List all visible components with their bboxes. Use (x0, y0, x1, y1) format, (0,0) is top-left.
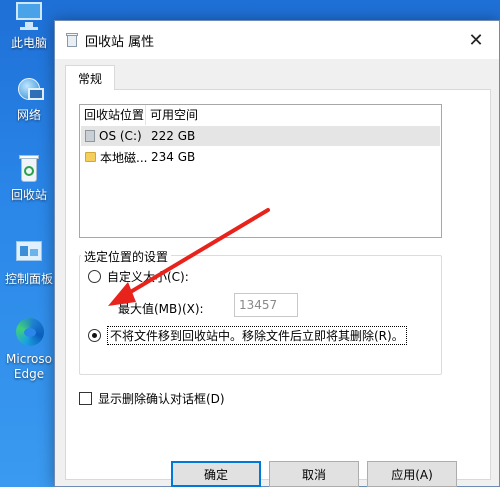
no-recycle-option[interactable]: 不将文件移到回收站中。移除文件后立即将其删除(R)。 (88, 326, 407, 345)
recycle-bin-location-list[interactable]: 回收站位置 可用空间 OS (C:) 222 GB 本地磁... 234 GB (79, 104, 442, 238)
cancel-button[interactable]: 取消 (269, 461, 359, 487)
this-pc-icon (12, 0, 46, 34)
location-name: OS (C:) (99, 129, 142, 143)
general-tab-page: 回收站位置 可用空间 OS (C:) 222 GB 本地磁... 234 GB … (65, 89, 491, 480)
close-button[interactable]: ✕ (453, 21, 499, 59)
network-icon (12, 72, 46, 106)
location-name: 本地磁... (100, 150, 147, 165)
desktop-icon-label: 控制面板 (4, 272, 53, 286)
column-header-free-space[interactable]: 可用空间 (146, 105, 236, 125)
desktop-icon-recycle-bin[interactable]: 回收站 (0, 152, 58, 203)
folder-icon (85, 152, 96, 162)
desktop-icon-label-line1: Microso (6, 352, 52, 366)
ok-button[interactable]: 确定 (171, 461, 261, 487)
window-title: 回收站 属性 (85, 34, 155, 50)
drive-icon (85, 130, 95, 142)
max-size-label: 最大值(MB)(X): (118, 302, 204, 316)
desktop-icon-label: 此电脑 (10, 36, 47, 50)
confirm-delete-label: 显示删除确认对话框(D) (98, 392, 225, 406)
tab-strip: 常规 (65, 65, 489, 90)
free-space: 234 GB (151, 150, 196, 164)
desktop-icon-label: 回收站 (10, 188, 47, 202)
desktop-icon-control-panel[interactable]: 控制面板 (0, 236, 58, 287)
recycle-bin-icon (12, 152, 46, 186)
desktop-icon-edge[interactable]: Microso Edge (0, 316, 58, 382)
desktop-icon-label-line2: Edge (13, 367, 45, 381)
apply-button[interactable]: 应用(A) (367, 461, 457, 487)
desktop-icon-label: 网络 (16, 108, 41, 122)
column-header-location[interactable]: 回收站位置 (80, 105, 146, 125)
recycle-bin-icon (65, 32, 79, 48)
custom-size-option[interactable]: 自定义大小(C): (88, 268, 189, 285)
title-bar[interactable]: 回收站 属性 ✕ (55, 21, 499, 59)
confirm-delete-option[interactable]: 显示删除确认对话框(D) (79, 390, 225, 407)
max-size-input[interactable] (234, 293, 298, 317)
list-item[interactable]: OS (C:) 222 GB (81, 126, 440, 146)
free-space: 222 GB (151, 129, 196, 143)
tab-general[interactable]: 常规 (65, 65, 115, 90)
no-recycle-label: 不将文件移到回收站中。移除文件后立即将其删除(R)。 (107, 326, 407, 345)
custom-size-label: 自定义大小(C): (107, 270, 189, 284)
control-panel-icon (12, 236, 46, 270)
settings-group-label: 选定位置的设置 (81, 248, 172, 265)
tab-label: 常规 (77, 71, 102, 86)
list-item[interactable]: 本地磁... 234 GB (81, 147, 440, 167)
edge-icon (12, 316, 46, 350)
list-header: 回收站位置 可用空间 (80, 105, 441, 125)
desktop-icon-this-pc[interactable]: 此电脑 (0, 0, 58, 51)
desktop-icon-network[interactable]: 网络 (0, 72, 58, 123)
custom-size-radio[interactable] (88, 270, 101, 283)
no-recycle-radio[interactable] (88, 329, 101, 342)
close-icon: ✕ (468, 29, 484, 51)
confirm-delete-checkbox[interactable] (79, 392, 92, 405)
recycle-bin-properties-dialog: 回收站 属性 ✕ 常规 回收站位置 可用空间 OS (C:) 222 GB 本地… (54, 20, 500, 487)
